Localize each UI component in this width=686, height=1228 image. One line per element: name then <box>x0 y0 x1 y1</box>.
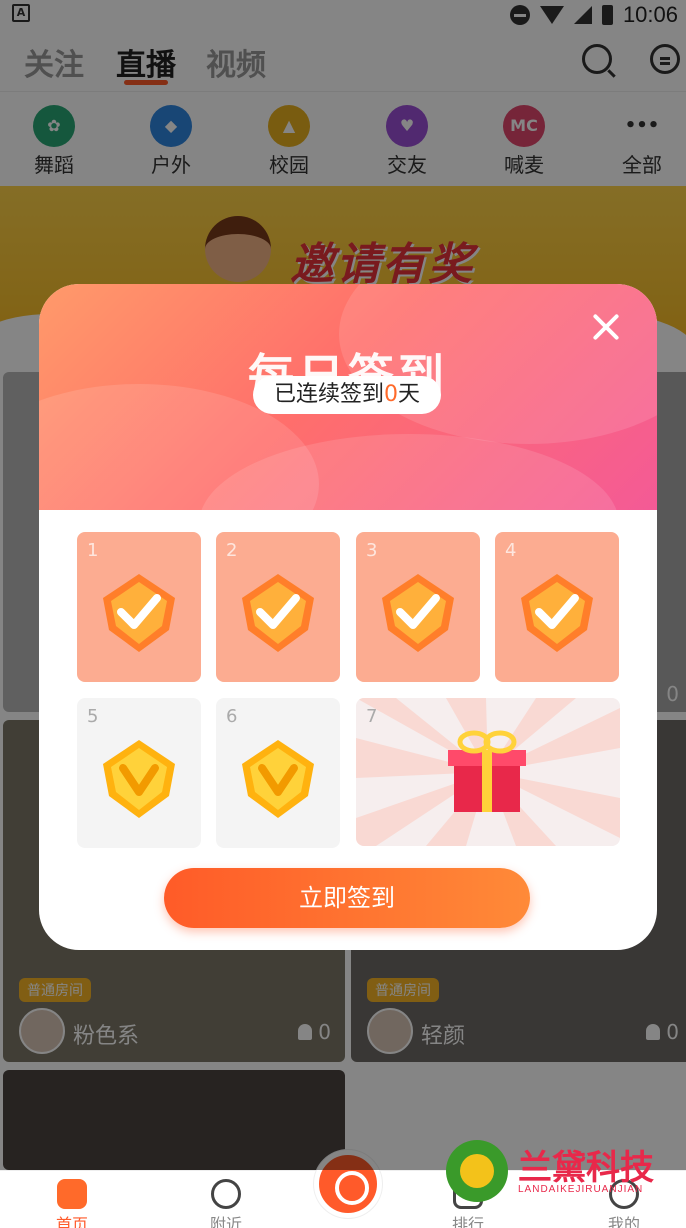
daily-checkin-dialog: 每日签到 已连续签到0天 1 2 3 4 5 6 <box>39 284 657 950</box>
checked-badge-icon <box>382 574 454 652</box>
checkin-day-5: 5 <box>77 698 201 848</box>
checkin-day-3: 3 <box>356 532 480 682</box>
checked-badge-icon <box>521 574 593 652</box>
vip-badge-icon <box>103 740 175 818</box>
checked-badge-icon <box>103 574 175 652</box>
watermark-logo: 兰黛科技 LANDAIKEJIRUANJIAN <box>446 1140 676 1202</box>
streak-indicator: 已连续签到0天 <box>253 376 441 414</box>
dialog-header: 每日签到 已连续签到0天 <box>39 284 657 510</box>
location-icon <box>211 1179 241 1209</box>
checkin-day-6: 6 <box>216 698 340 848</box>
sunflower-logo-icon <box>446 1140 508 1202</box>
home-icon <box>57 1179 87 1209</box>
checkin-day-2: 2 <box>216 532 340 682</box>
checkin-day-7: 7 <box>356 698 620 846</box>
vip-badge-icon <box>242 740 314 818</box>
checkin-now-button[interactable]: 立即签到 <box>164 868 530 928</box>
checkin-day-1: 1 <box>77 532 201 682</box>
nav-home[interactable]: 首页 <box>32 1179 112 1228</box>
close-icon[interactable] <box>591 312 621 342</box>
gift-icon <box>448 730 526 812</box>
nav-nearby[interactable]: 附近 <box>186 1179 266 1228</box>
checkin-day-4: 4 <box>495 532 619 682</box>
checked-badge-icon <box>242 574 314 652</box>
